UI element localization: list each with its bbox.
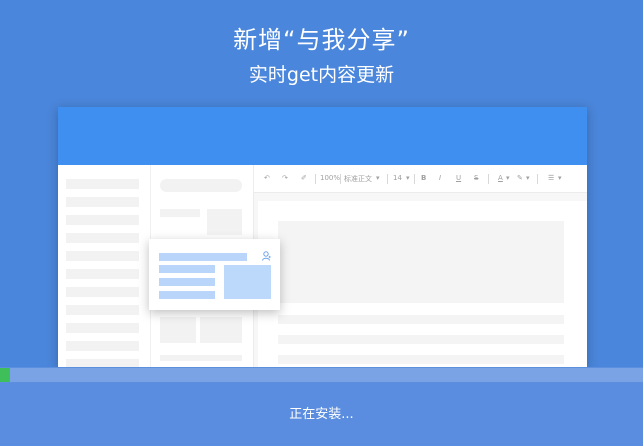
undo-icon: ↶ [264, 174, 270, 182]
mock-list-thumb [200, 317, 242, 343]
mock-page [258, 201, 587, 368]
popup-text-line [159, 265, 215, 273]
mock-search-bar [160, 179, 242, 192]
mock-list-item [160, 209, 200, 217]
chevron-down-icon: ▾ [558, 174, 562, 182]
mock-list-item [160, 355, 242, 361]
mock-sidebar-item [66, 179, 139, 189]
zoom-select: 100% [320, 174, 341, 182]
mock-text-line [278, 355, 564, 364]
toolbar-divider [414, 174, 415, 184]
mock-toolbar: ↶ ↷ ✐ 100% 标准正文 ▾ 14 ▾ B I U S A ▾ ✎ ▾ ☰… [254, 165, 587, 193]
style-select: 标准正文 [344, 175, 372, 183]
mock-list-thumb [160, 317, 196, 343]
mock-sidebar-item [66, 233, 139, 243]
status-bar: 正在安装... [0, 383, 643, 446]
mock-image-block [278, 221, 564, 303]
person-icon [262, 251, 271, 261]
strikethrough-button: S [474, 174, 479, 182]
popup-text-line [159, 291, 215, 299]
preview-illustration: ↶ ↷ ✐ 100% 标准正文 ▾ 14 ▾ B I U S A ▾ ✎ ▾ ☰… [58, 107, 587, 368]
progress-fill [0, 368, 10, 382]
mock-sidebar-item [66, 251, 139, 261]
install-status-text: 正在安装... [289, 407, 354, 422]
mock-sidebar-item [66, 269, 139, 279]
mock-sidebar-item [66, 323, 139, 333]
page-subtitle: 实时get内容更新 [248, 64, 395, 86]
toolbar-divider [537, 174, 538, 184]
bold-button: B [421, 174, 427, 182]
chevron-down-icon: ▾ [526, 174, 530, 182]
mock-sidebar-item [66, 215, 139, 225]
mock-text-line [278, 335, 564, 344]
mock-sidebar-item [66, 341, 139, 351]
redo-icon: ↷ [282, 174, 288, 182]
page-title: 新增“与我分享” [233, 26, 410, 54]
chevron-down-icon: ▾ [406, 174, 410, 182]
underline-button: U [456, 174, 462, 182]
popup-text-line [159, 278, 215, 286]
toolbar-divider [340, 174, 341, 184]
share-popup-card [149, 239, 280, 310]
popup-text-line [159, 253, 247, 261]
highlight-icon: ✎ [517, 174, 523, 182]
popup-thumbnail [224, 265, 271, 299]
mock-editor: ↶ ↷ ✐ 100% 标准正文 ▾ 14 ▾ B I U S A ▾ ✎ ▾ ☰… [254, 165, 587, 368]
font-size-select: 14 [393, 174, 402, 182]
italic-button: I [439, 174, 442, 182]
toolbar-divider [315, 174, 316, 184]
align-icon: ☰ [548, 174, 555, 182]
font-color-button: A [498, 174, 503, 182]
mock-header-bar [58, 107, 587, 165]
mock-sidebar [58, 165, 151, 368]
chevron-down-icon: ▾ [376, 174, 380, 182]
chevron-down-icon: ▾ [506, 174, 510, 182]
mock-text-line [278, 315, 564, 324]
toolbar-divider [387, 174, 388, 184]
mock-list-thumb [207, 209, 242, 235]
mock-sidebar-item [66, 197, 139, 207]
toolbar-divider [488, 174, 489, 184]
mock-sidebar-item [66, 287, 139, 297]
install-progress-bar [0, 367, 643, 383]
mock-sidebar-item [66, 305, 139, 315]
format-painter-icon: ✐ [301, 174, 307, 182]
